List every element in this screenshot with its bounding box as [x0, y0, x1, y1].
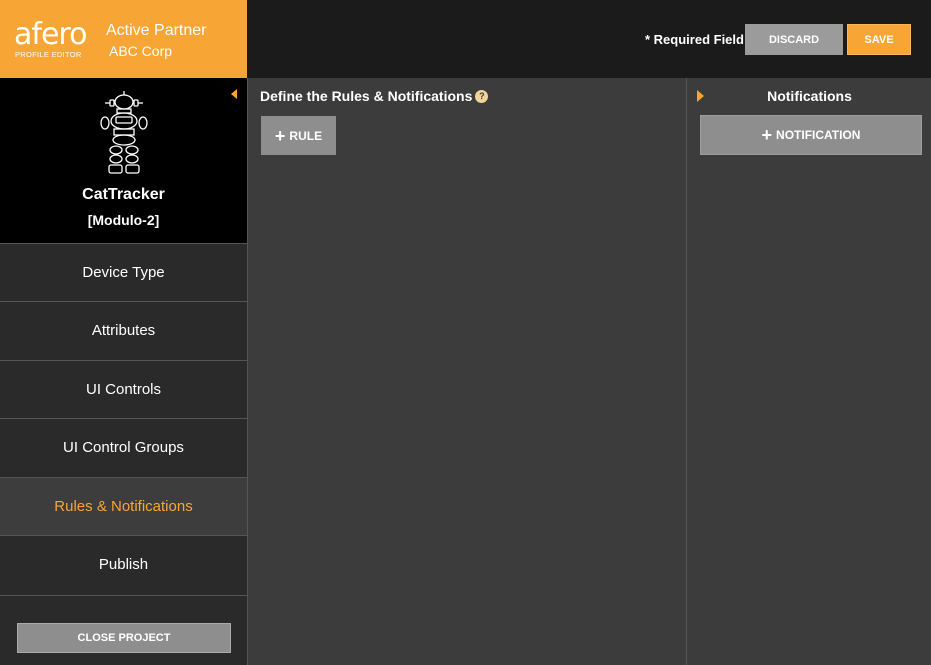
profile-editor-label: PROFILE EDITOR	[15, 50, 82, 59]
sidebar-footer: CLOSE PROJECT	[0, 595, 247, 665]
collapse-sidebar-icon[interactable]	[231, 89, 237, 99]
sidebar-item-attributes[interactable]: Attributes	[0, 301, 247, 359]
sidebar-item-publish[interactable]: Publish	[0, 535, 247, 593]
device-model: [Modulo-2]	[87, 212, 160, 228]
page-title: Define the Rules & Notifications?	[260, 88, 489, 104]
sidebar: CatTracker [Modulo-2] Device Type Attrib…	[0, 78, 248, 665]
save-button[interactable]: SAVE	[847, 24, 911, 55]
active-partner-label: Active Partner	[106, 22, 207, 39]
device-card: CatTracker [Modulo-2]	[0, 78, 247, 243]
robot-icon	[100, 91, 148, 174]
notifications-panel: Notifications + NOTIFICATION	[686, 78, 931, 665]
sidebar-item-rules-notifications[interactable]: Rules & Notifications	[0, 477, 247, 535]
plus-icon: +	[274, 125, 286, 146]
add-rule-label: RULE	[289, 128, 323, 143]
add-rule-button[interactable]: + RULE	[261, 116, 336, 155]
brand-header: afero PROFILE EDITOR Active Partner ABC …	[0, 0, 247, 78]
required-field-note: * Required Field	[645, 32, 744, 47]
sidebar-item-ui-control-groups[interactable]: UI Control Groups	[0, 418, 247, 476]
plus-icon: +	[761, 125, 773, 145]
notifications-title: Notifications	[767, 88, 852, 104]
afero-logo: afero	[14, 17, 87, 52]
page-title-text: Define the Rules & Notifications	[260, 88, 473, 104]
add-notification-button[interactable]: + NOTIFICATION	[700, 115, 922, 155]
discard-button[interactable]: DISCARD	[745, 24, 843, 55]
help-icon[interactable]: ?	[475, 89, 489, 103]
sidebar-item-ui-controls[interactable]: UI Controls	[0, 360, 247, 418]
rules-panel: Define the Rules & Notifications? + RULE	[248, 78, 686, 665]
sidebar-item-device-type[interactable]: Device Type	[0, 243, 247, 301]
device-name: CatTracker	[82, 186, 165, 203]
add-notification-label: NOTIFICATION	[776, 128, 861, 142]
close-project-button[interactable]: CLOSE PROJECT	[17, 623, 231, 653]
partner-name[interactable]: ABC Corp	[109, 43, 172, 59]
